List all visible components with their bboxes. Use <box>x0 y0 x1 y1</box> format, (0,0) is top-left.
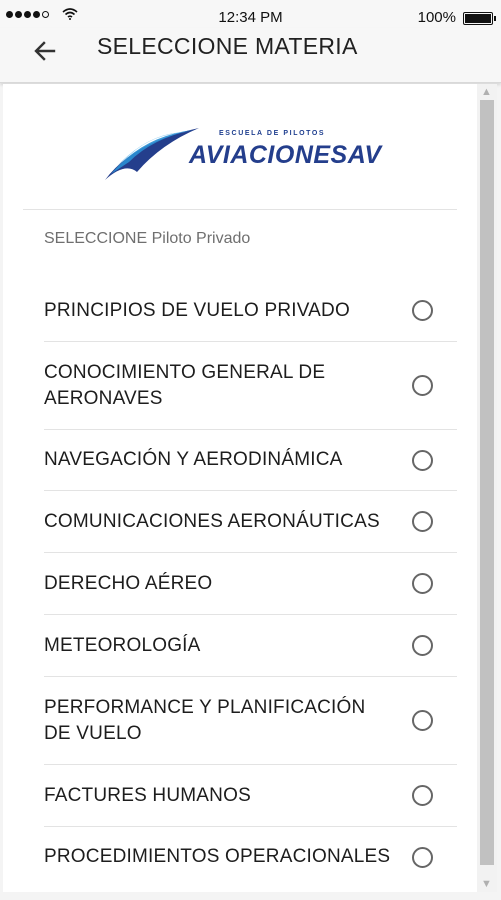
radio-unchecked-icon[interactable] <box>412 635 433 656</box>
wing-logo-icon <box>105 128 199 180</box>
subject-label: METEOROLOGÍA <box>44 634 201 656</box>
back-arrow-icon <box>34 41 56 61</box>
scroll-down-icon[interactable]: ▼ <box>481 878 492 890</box>
subject-label: CONOCIMIENTO GENERAL DE AERONAVES <box>44 361 326 409</box>
back-button[interactable] <box>28 34 62 68</box>
page-title: SELECCIONE MATERIA <box>97 33 358 59</box>
subject-item[interactable]: FACTURES HUMANOS <box>44 765 457 827</box>
subject-label: PERFORMANCE Y PLANIFICACIÓN DE VUELO <box>44 696 366 744</box>
battery-icon <box>463 12 496 25</box>
radio-unchecked-icon[interactable] <box>412 511 433 532</box>
radio-unchecked-icon[interactable] <box>412 710 433 731</box>
subject-item[interactable]: COMUNICACIONES AERONÁUTICAS <box>44 491 457 553</box>
subject-item[interactable]: PERFORMANCE Y PLANIFICACIÓN DE VUELO <box>44 677 457 765</box>
subject-label: DERECHO AÉREO <box>44 572 213 594</box>
radio-unchecked-icon[interactable] <box>412 785 433 806</box>
radio-unchecked-icon[interactable] <box>412 846 433 868</box>
subject-item[interactable]: PROCEDIMIENTOS OPERACIONALES <box>44 827 457 887</box>
radio-unchecked-icon[interactable] <box>412 449 433 471</box>
phone-frame: 12:34 PM 100% SELECCIONE MATERIA ESCUELA… <box>0 0 501 900</box>
scroll-up-icon[interactable]: ▲ <box>481 86 492 98</box>
content-area: ESCUELA DE PILOTOS AVIACIONESAV SELECCIO… <box>3 84 477 892</box>
status-bar: 12:34 PM 100% <box>0 0 501 28</box>
logo-name: AVIACIONESAV <box>189 141 382 169</box>
logo-tagline: ESCUELA DE PILOTOS <box>219 130 326 137</box>
scroll-thumb[interactable] <box>480 100 494 865</box>
section-subtitle: SELECCIONE Piloto Privado <box>44 230 251 247</box>
subject-item[interactable]: CONOCIMIENTO GENERAL DE AERONAVES <box>44 342 457 430</box>
subject-item[interactable]: DERECHO AÉREO <box>44 553 457 615</box>
divider <box>23 209 457 210</box>
subject-label: FACTURES HUMANOS <box>44 784 251 806</box>
subject-label: COMUNICACIONES AERONÁUTICAS <box>44 510 380 532</box>
subject-label: NAVEGACIÓN Y AERODINÁMICA <box>44 449 343 470</box>
scrollbar[interactable]: ▲ ▼ <box>477 84 497 892</box>
app-bar: SELECCIONE MATERIA <box>0 28 501 83</box>
radio-unchecked-icon[interactable] <box>412 573 433 594</box>
subject-item[interactable]: PRINCIPIOS DE VUELO PRIVADO <box>44 280 457 342</box>
radio-unchecked-icon[interactable] <box>412 300 433 321</box>
subject-list: PRINCIPIOS DE VUELO PRIVADO CONOCIMIENTO… <box>44 280 457 887</box>
subject-item[interactable]: NAVEGACIÓN Y AERODINÁMICA <box>44 430 457 491</box>
subject-item[interactable]: METEOROLOGÍA <box>44 615 457 677</box>
school-logo: ESCUELA DE PILOTOS AVIACIONESAV <box>103 122 383 186</box>
radio-unchecked-icon[interactable] <box>412 375 433 396</box>
battery-percent: 100% <box>417 9 456 26</box>
subject-label: PRINCIPIOS DE VUELO PRIVADO <box>44 299 350 321</box>
subject-label: PROCEDIMIENTOS OPERACIONALES <box>44 846 391 867</box>
